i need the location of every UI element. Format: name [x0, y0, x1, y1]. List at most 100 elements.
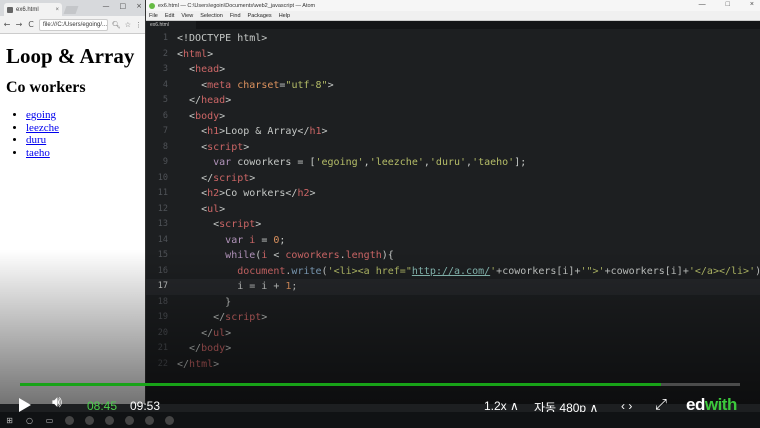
coworker-link[interactable]: taeho — [26, 147, 50, 159]
close-button[interactable]: × — [136, 2, 142, 10]
code-line: 12 <ul> — [146, 202, 760, 218]
search-icon[interactable]: 🔍︎ — [112, 21, 121, 29]
line-number: 1 — [162, 33, 168, 43]
menu-file[interactable]: File — [149, 13, 158, 19]
line-number: 18 — [157, 296, 168, 307]
code-line: 11 <h2>Co workers</h2> — [146, 186, 760, 202]
line-number: 8 — [162, 141, 168, 152]
rendered-page: Loop & Array Co workers egoing leezche d… — [0, 34, 145, 159]
search-icon[interactable]: ○ — [25, 416, 34, 425]
menu-selection[interactable]: Selection — [200, 13, 223, 19]
page-heading: Loop & Array — [6, 44, 135, 68]
code-line: 4 <meta charset="utf-8"> — [146, 78, 760, 94]
back-icon[interactable]: ← — [3, 20, 11, 29]
app-icon[interactable] — [65, 415, 74, 425]
windows-start-icon[interactable]: ⊞ — [5, 416, 14, 425]
list-item: taeho — [26, 147, 139, 160]
code-line: 9 var coworkers = ['egoing','leezche','d… — [146, 155, 760, 171]
editor-menubar: File Edit View Selection Find Packages H… — [146, 11, 760, 21]
volume-icon[interactable]: 🔊︎ — [52, 394, 62, 412]
maximize-button[interactable]: □ — [726, 1, 730, 8]
menu-view[interactable]: View — [181, 13, 193, 19]
code-line: 20 </ul> — [146, 326, 760, 342]
atom-editor-window: ex6.html — C:\Users\egoin\Documents\web2… — [146, 0, 760, 404]
current-time: 08:45 — [87, 399, 118, 413]
line-number: 10 — [157, 172, 168, 183]
line-number: 14 — [157, 234, 168, 245]
prev-next-button[interactable]: ‹ › — [621, 399, 632, 413]
browser-tab[interactable]: ex6.html × — [4, 3, 62, 16]
progress-bar[interactable] — [20, 383, 740, 386]
close-tab-icon[interactable]: × — [55, 7, 59, 13]
code-line-current: 17 i = i + 1; — [146, 279, 760, 295]
bookmark-star-icon[interactable]: ☆ — [125, 21, 131, 29]
reload-icon[interactable]: C — [27, 20, 35, 29]
menu-packages[interactable]: Packages — [248, 13, 272, 19]
editor-tab[interactable]: ex6.html — [146, 21, 196, 29]
code-line: 15 while(i < coworkers.length){ — [146, 248, 760, 264]
code-line: 16 document.write('<li><a href="http://a… — [146, 264, 760, 280]
task-view-icon[interactable]: ▭ — [45, 416, 54, 425]
line-number: 20 — [157, 327, 168, 338]
browser-window-controls: — □ × — [103, 2, 143, 10]
coworker-list: egoing leezche duru taeho — [6, 109, 139, 159]
list-item: egoing — [26, 109, 139, 122]
new-tab-button[interactable] — [63, 6, 79, 14]
address-bar[interactable]: file:///C:/Users/egoing/... — [39, 18, 108, 31]
line-number: 2 — [162, 48, 168, 59]
code-line: 1 <!DOCTYPE html> — [146, 31, 760, 47]
editor-window-title: ex6.html — C:\Users\egoin\Documents\web2… — [158, 2, 316, 9]
editor-tabbar: ex6.html — [146, 21, 760, 29]
code-line: 2 <html> — [146, 47, 760, 63]
code-line: 22 </html> — [146, 357, 760, 373]
code-line: 19 </script> — [146, 310, 760, 326]
page-subheading: Co workers — [6, 79, 86, 96]
menu-edit[interactable]: Edit — [165, 13, 174, 19]
line-number: 12 — [157, 203, 168, 214]
browser-tabstrip: ex6.html × — □ × — [0, 0, 145, 16]
line-number: 6 — [162, 110, 168, 121]
coworker-link[interactable]: duru — [26, 134, 46, 146]
list-item: leezche — [26, 122, 139, 135]
playback-speed-button[interactable]: 1.2x ∧ — [484, 399, 519, 413]
code-line: 5 </head> — [146, 93, 760, 109]
maximize-button[interactable]: □ — [120, 2, 127, 10]
line-number: 13 — [157, 219, 168, 229]
line-number: 5 — [162, 95, 168, 105]
coworker-link[interactable]: leezche — [26, 122, 59, 134]
progress-fill — [20, 383, 661, 386]
code-area[interactable]: 1 <!DOCTYPE html> 2 <html> 3 <head> 4 <met… — [146, 31, 760, 372]
app-icon[interactable] — [165, 415, 174, 425]
menu-icon[interactable]: ⋮ — [135, 21, 142, 29]
minimize-button[interactable]: — — [699, 1, 706, 8]
app-icon[interactable] — [105, 415, 114, 425]
code-line: 14 var i = 0; — [146, 233, 760, 249]
forward-icon[interactable]: → — [15, 20, 23, 29]
line-number: 4 — [162, 79, 168, 90]
browser-tab-title: ex6.html — [16, 6, 39, 13]
play-icon[interactable] — [19, 398, 31, 412]
code-line: 10 </script> — [146, 171, 760, 187]
total-time: 09:53 — [130, 399, 161, 413]
code-line: 6 <body> — [146, 109, 760, 125]
line-number: 16 — [157, 265, 168, 276]
app-icon[interactable] — [145, 415, 154, 425]
windows-taskbar: ⊞ ○ ▭ — [0, 412, 760, 428]
menu-help[interactable]: Help — [279, 13, 290, 19]
fullscreen-icon[interactable]: ⤢ — [655, 396, 667, 413]
code-line: 13 <script> — [146, 217, 760, 233]
minimize-button[interactable]: — — [103, 2, 110, 10]
coworker-link[interactable]: egoing — [26, 109, 56, 121]
app-icon[interactable] — [85, 415, 94, 425]
line-number: 15 — [157, 250, 168, 260]
atom-logo-icon — [149, 2, 155, 9]
editor-window-controls: — □ × — [699, 1, 754, 8]
line-number: 11 — [157, 188, 168, 198]
chrome-browser-window: ex6.html × — □ × ← → C file:///C:/Users/… — [0, 0, 146, 404]
close-button[interactable]: × — [750, 1, 754, 8]
menu-find[interactable]: Find — [230, 13, 241, 19]
app-icon[interactable] — [125, 415, 134, 425]
list-item: duru — [26, 134, 139, 147]
line-number: 9 — [162, 157, 168, 167]
code-line: 18 } — [146, 295, 760, 311]
